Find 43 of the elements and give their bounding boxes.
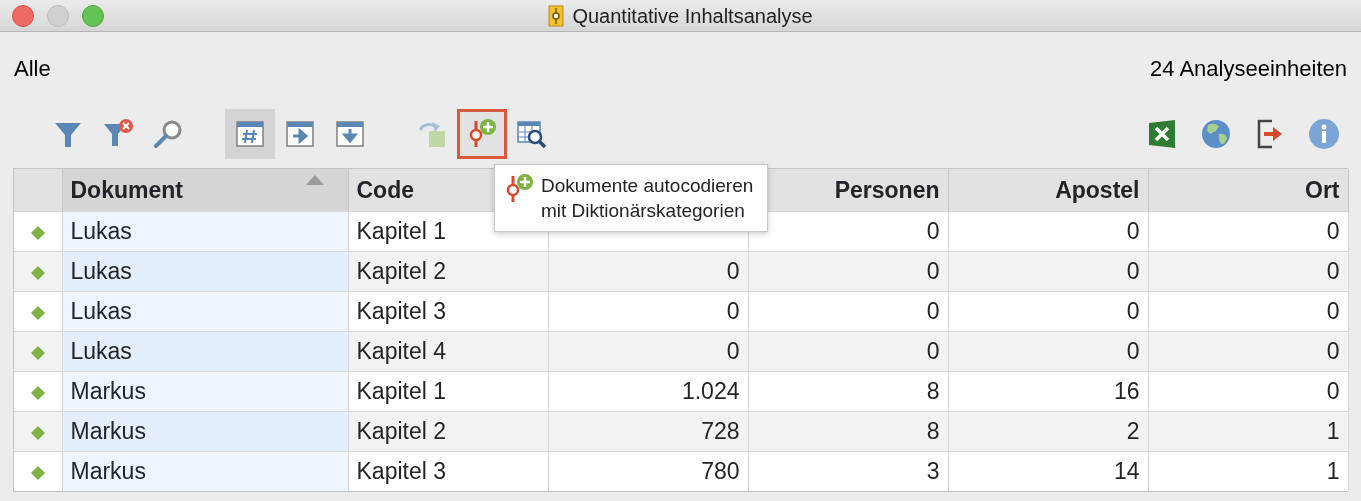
table-cell: Lukas bbox=[62, 211, 348, 251]
table-cell: 0 bbox=[548, 331, 748, 371]
table-cell: 780 bbox=[548, 451, 748, 491]
table-cell: 16 bbox=[948, 371, 1148, 411]
table-cell: Kapitel 2 bbox=[348, 251, 548, 291]
table-cell: 3 bbox=[748, 451, 948, 491]
window-title: Quantitative Inhaltsanalyse bbox=[572, 3, 813, 29]
table-cell: 728 bbox=[548, 411, 748, 451]
table-cell: 0 bbox=[748, 211, 948, 251]
table-cell: Markus bbox=[62, 451, 348, 491]
table-cell: Markus bbox=[62, 411, 348, 451]
table-cell: 0 bbox=[548, 251, 748, 291]
table-cell: Lukas bbox=[62, 291, 348, 331]
table-cell: Lukas bbox=[62, 331, 348, 371]
table-cell: Kapitel 1 bbox=[348, 371, 548, 411]
table-cell: 14 bbox=[948, 451, 1148, 491]
table-cell: Kapitel 3 bbox=[348, 291, 548, 331]
table-cell: 0 bbox=[1148, 251, 1348, 291]
table-cell: 8 bbox=[748, 371, 948, 411]
table-cell: 1.024 bbox=[548, 371, 748, 411]
table-cell: 0 bbox=[1148, 371, 1348, 411]
table-cell: 0 bbox=[1148, 331, 1348, 371]
table-cell: 8 bbox=[748, 411, 948, 451]
table-cell: 0 bbox=[948, 331, 1148, 371]
table-cell: 1 bbox=[1148, 451, 1348, 491]
table-cell: 0 bbox=[748, 331, 948, 371]
table-cell: 1 bbox=[1148, 411, 1348, 451]
table-cell: 0 bbox=[748, 251, 948, 291]
table-cell: Kapitel 3 bbox=[348, 451, 548, 491]
unit-count: 24 Analyseeinheiten bbox=[1150, 54, 1347, 83]
filter-label: Alle bbox=[14, 54, 51, 83]
table-cell: 0 bbox=[948, 291, 1148, 331]
table-cell: Markus bbox=[62, 371, 348, 411]
table-cell: 2 bbox=[948, 411, 1148, 451]
table-cell: 0 bbox=[1148, 211, 1348, 251]
table-cell: 0 bbox=[548, 291, 748, 331]
table-cell: Kapitel 4 bbox=[348, 331, 548, 371]
table-cell: 0 bbox=[748, 291, 948, 331]
table-cell: Lukas bbox=[62, 251, 348, 291]
table-cell: 0 bbox=[948, 251, 1148, 291]
table-cell: Kapitel 2 bbox=[348, 411, 548, 451]
table-cell: 0 bbox=[948, 211, 1148, 251]
table-cell: 0 bbox=[1148, 291, 1348, 331]
